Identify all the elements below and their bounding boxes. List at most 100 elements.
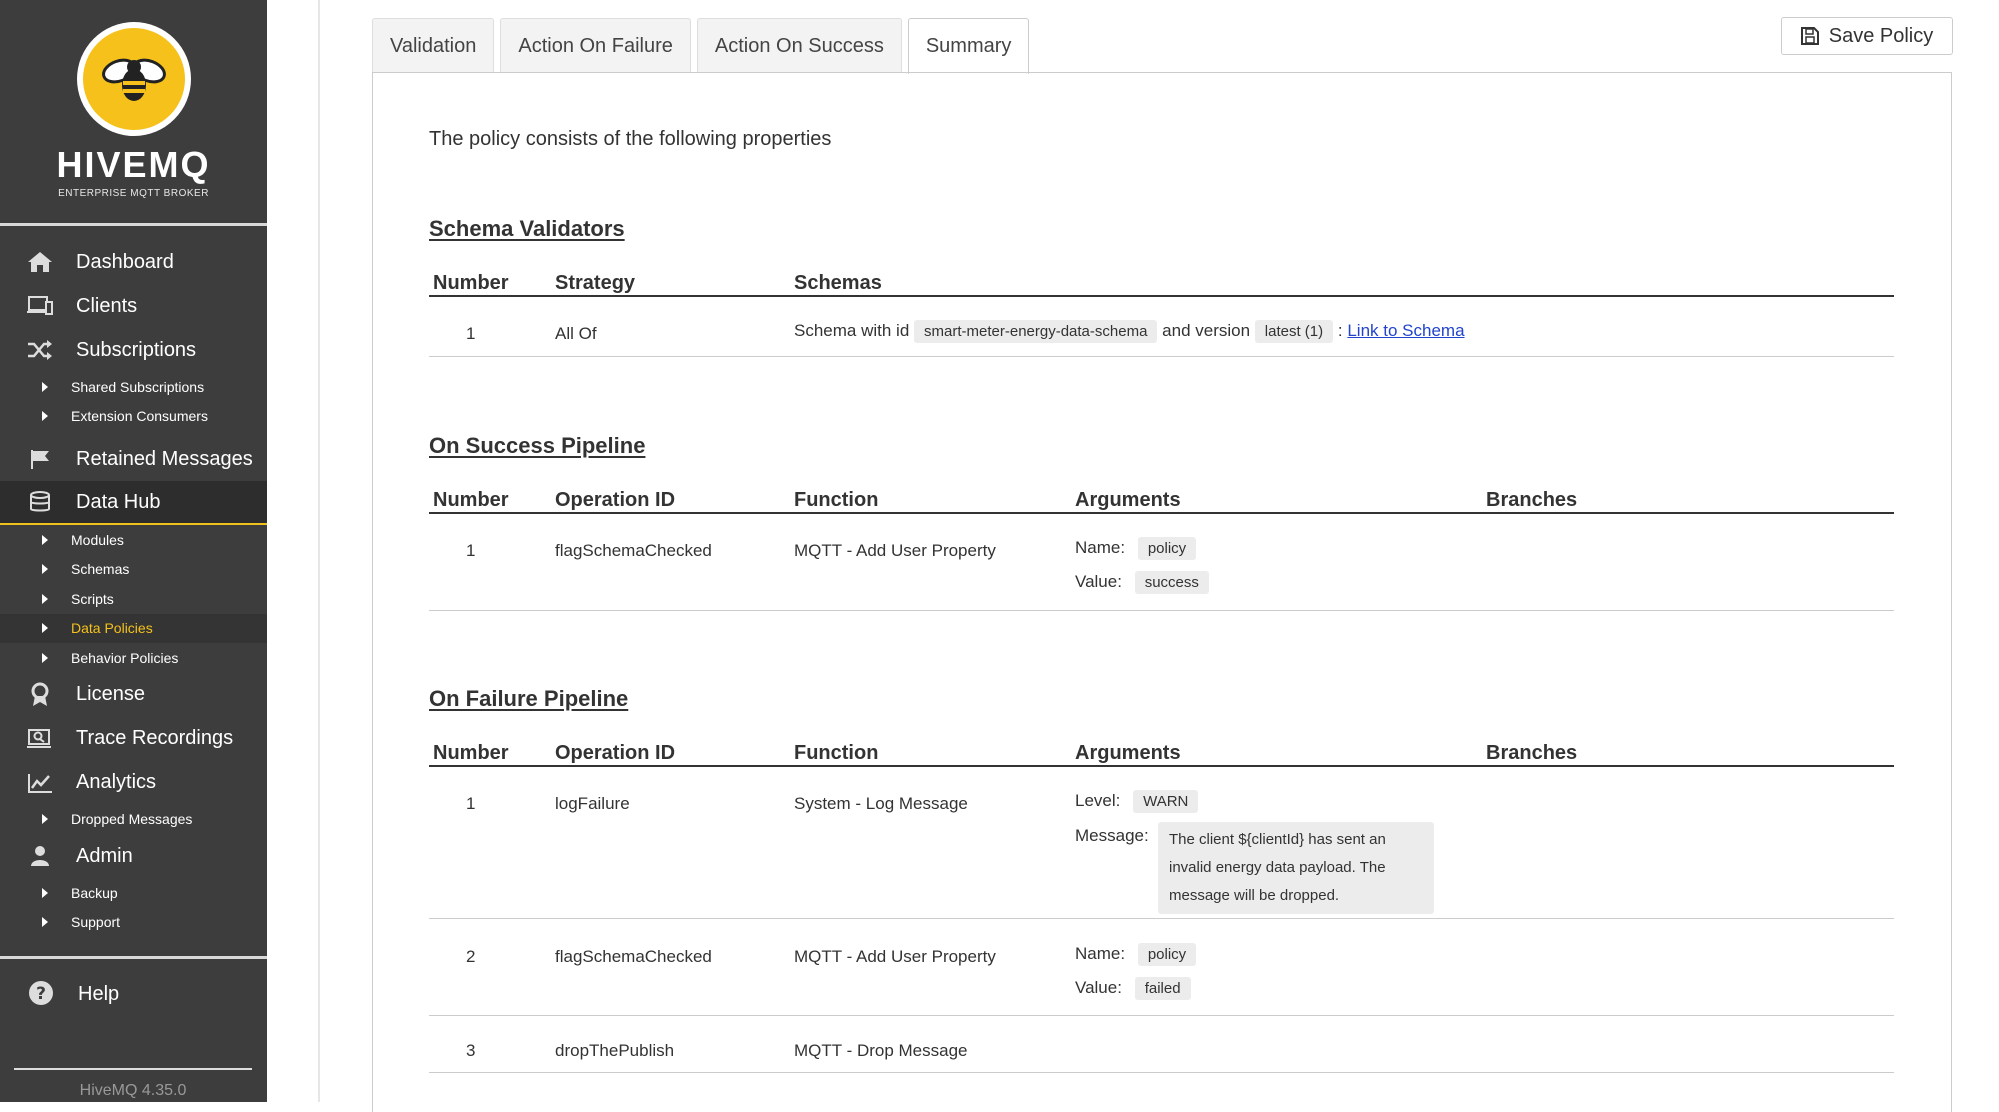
- sidebar-subitem-label: Shared Subscriptions: [71, 378, 205, 395]
- column-header-number: Number: [433, 742, 509, 764]
- sidebar-item-label: Subscriptions: [76, 338, 197, 361]
- success-row-function: MQTT - Add User Property: [794, 541, 996, 560]
- summary-intro: The policy consists of the following pro…: [429, 128, 832, 150]
- sidebar-item-label: Trace Recordings: [76, 727, 234, 749]
- caret-right-icon: [42, 593, 48, 604]
- sidebar-item-support[interactable]: Support: [0, 908, 267, 938]
- arg-value-badge: policy: [1137, 537, 1197, 560]
- save-policy-label: Save Policy: [1828, 24, 1934, 47]
- policy-tabs: Validation Action On Failure Action On S…: [372, 18, 1035, 74]
- column-header-function: Function: [794, 489, 879, 511]
- arg-label: Name:: [1075, 944, 1126, 963]
- failure-row-function: MQTT - Add User Property: [794, 947, 996, 966]
- table-row-rule: [429, 356, 1894, 357]
- on-failure-pipeline-title: On Failure Pipeline: [429, 686, 629, 711]
- sidebar-item-shared-subscriptions[interactable]: Shared Subscriptions: [0, 372, 267, 402]
- sidebar-subitem-label: Behavior Policies: [71, 649, 179, 666]
- arg-value-badge: policy: [1137, 943, 1197, 966]
- caret-right-icon: [42, 381, 48, 392]
- home-icon: [26, 248, 54, 276]
- sidebar-item-modules[interactable]: Modules: [0, 525, 267, 555]
- schema-mid: and version: [1162, 321, 1251, 340]
- arg-value-badge: success: [1134, 571, 1209, 594]
- sidebar-item-license[interactable]: License: [0, 673, 267, 717]
- success-row-operation-id: flagSchemaChecked: [555, 541, 712, 560]
- column-header-arguments: Arguments: [1075, 489, 1181, 511]
- arg-value-badge: WARN: [1133, 790, 1199, 813]
- sidebar-item-label: Retained Messages: [76, 447, 253, 470]
- sidebar-item-scripts[interactable]: Scripts: [0, 584, 267, 614]
- caret-right-icon: [42, 534, 48, 545]
- sidebar-item-behavior-policies[interactable]: Behavior Policies: [0, 643, 267, 673]
- validator-strategy: All Of: [555, 324, 597, 343]
- schema-separator: :: [1337, 321, 1343, 340]
- sidebar-subitem-label: Schemas: [71, 561, 130, 578]
- sidebar-item-schemas[interactable]: Schemas: [0, 555, 267, 585]
- sidebar-item-dashboard[interactable]: Dashboard: [0, 240, 267, 284]
- column-header-operation-id: Operation ID: [555, 742, 676, 764]
- line-chart-icon: [26, 769, 54, 797]
- table-header-rule: [429, 512, 1894, 514]
- sidebar-item-help[interactable]: ? Help: [0, 959, 267, 1029]
- success-row-number: 1: [466, 541, 476, 560]
- tab-validation[interactable]: Validation: [372, 18, 495, 73]
- sidebar-subitem-label: Data Policies: [71, 620, 153, 637]
- link-to-schema[interactable]: Link to Schema: [1347, 321, 1464, 340]
- sidebar-item-data-hub[interactable]: Data Hub: [0, 481, 267, 525]
- table-header-rule: [429, 295, 1894, 297]
- sidebar-item-data-policies[interactable]: Data Policies: [0, 613, 267, 643]
- caret-right-icon: [42, 917, 48, 928]
- sidebar-item-subscriptions[interactable]: Subscriptions: [0, 328, 267, 372]
- arg-value-badge: failed: [1134, 977, 1191, 1000]
- validator-number: 1: [466, 324, 476, 343]
- caret-right-icon: [42, 564, 48, 575]
- sidebar: HIVEMQ ENTERPRISE MQTT BROKER Dashboard …: [0, 0, 267, 1102]
- sidebar-item-retained-messages[interactable]: Retained Messages: [0, 437, 267, 481]
- table-row-rule: [429, 918, 1894, 919]
- arg-label: Value:: [1075, 572, 1122, 591]
- sidebar-item-clients[interactable]: Clients: [0, 284, 267, 328]
- failure-arg-level: Level: WARN: [1075, 790, 1199, 813]
- caret-right-icon: [42, 623, 48, 634]
- sidebar-item-admin[interactable]: Admin: [0, 834, 267, 878]
- brand-name: HIVEMQ: [56, 144, 211, 185]
- schema-id-badge: smart-meter-energy-data-schema: [914, 320, 1158, 343]
- column-header-strategy: Strategy: [555, 272, 636, 294]
- question-circle-icon: ?: [28, 980, 56, 1008]
- failure-row-number: 2: [466, 947, 476, 966]
- svg-text:?: ?: [36, 984, 46, 1004]
- sidebar-item-label: Data Hub: [76, 490, 161, 513]
- brand-logo[interactable]: HIVEMQ ENTERPRISE MQTT BROKER: [0, 0, 267, 226]
- failure-row-number: 1: [466, 794, 476, 813]
- column-header-number: Number: [433, 272, 509, 294]
- sidebar-item-label: Clients: [76, 294, 138, 317]
- arg-label: Level:: [1075, 791, 1121, 810]
- on-success-pipeline-title: On Success Pipeline: [429, 433, 646, 458]
- sidebar-item-extension-consumers[interactable]: Extension Consumers: [0, 402, 267, 432]
- sidebar-subitem-label: Scripts: [71, 590, 114, 607]
- tab-action-on-success[interactable]: Action On Success: [696, 18, 902, 73]
- content-divider: [318, 0, 320, 1102]
- tab-summary[interactable]: Summary: [907, 18, 1030, 74]
- success-arg-name: Name: policy: [1075, 537, 1197, 560]
- column-header-function: Function: [794, 742, 879, 764]
- sidebar-item-backup[interactable]: Backup: [0, 878, 267, 908]
- sidebar-subitem-label: Modules: [71, 531, 124, 548]
- sidebar-subitem-label: Extension Consumers: [71, 408, 208, 425]
- table-header-rule: [429, 765, 1894, 767]
- column-header-branches: Branches: [1486, 489, 1578, 511]
- column-header-number: Number: [433, 489, 509, 511]
- sidebar-item-dropped-messages[interactable]: Dropped Messages: [0, 805, 267, 835]
- save-policy-button[interactable]: Save Policy: [1781, 17, 1953, 55]
- bee-logo-icon: [76, 22, 191, 136]
- sidebar-item-analytics[interactable]: Analytics: [0, 761, 267, 805]
- sidebar-nav: Dashboard Clients Subscriptions Shared S…: [0, 226, 267, 937]
- database-icon: [26, 488, 54, 516]
- caret-right-icon: [42, 411, 48, 422]
- sidebar-item-label: License: [76, 683, 145, 705]
- column-header-arguments: Arguments: [1075, 742, 1181, 764]
- sidebar-item-trace-recordings[interactable]: Trace Recordings: [0, 717, 267, 761]
- column-header-schemas: Schemas: [794, 272, 882, 294]
- tab-action-on-failure[interactable]: Action On Failure: [500, 18, 691, 73]
- flag-icon: [26, 445, 54, 473]
